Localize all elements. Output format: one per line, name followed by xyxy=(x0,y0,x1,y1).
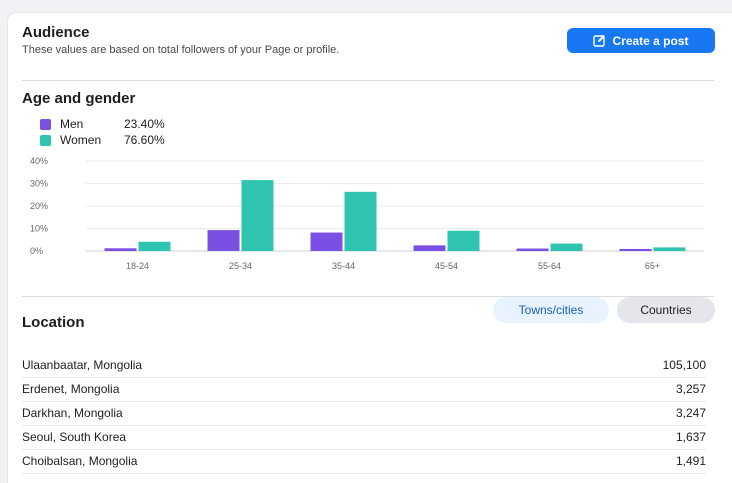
bar-women xyxy=(653,247,686,251)
y-tick-label: 30% xyxy=(30,179,48,189)
location-value: 1,637 xyxy=(675,430,706,444)
location-value: 105,100 xyxy=(662,358,706,372)
y-tick-label: 0% xyxy=(30,246,43,256)
location-name: Darkhan, Mongolia xyxy=(22,406,123,420)
bar-women xyxy=(344,191,377,251)
bar-women xyxy=(138,241,171,251)
bar-men xyxy=(310,232,343,251)
bar-women xyxy=(241,180,274,251)
bar-women xyxy=(447,230,480,251)
towns-cities-toggle[interactable]: Towns/cities xyxy=(493,297,609,323)
countries-toggle[interactable]: Countries xyxy=(617,297,715,323)
location-name: Choibalsan, Mongolia xyxy=(22,454,138,468)
location-title: Location xyxy=(22,314,85,331)
location-row: Ulaanbaatar, Mongolia 105,100 xyxy=(22,353,706,378)
location-row: Erdenet, Mongolia 3,257 xyxy=(22,377,706,402)
bar-men xyxy=(516,248,549,251)
bar-men xyxy=(207,230,240,251)
x-tick-label: 18-24 xyxy=(126,261,149,271)
x-tick-label: 65+ xyxy=(645,261,660,271)
location-name: Seoul, South Korea xyxy=(22,430,127,444)
y-tick-label: 40% xyxy=(30,156,48,166)
x-tick-label: 25-34 xyxy=(229,261,252,271)
location-row: Seoul, South Korea 1,637 xyxy=(22,425,706,450)
y-tick-label: 10% xyxy=(30,224,48,234)
location-value: 3,247 xyxy=(675,406,706,420)
location-name: Ulaanbaatar, Mongolia xyxy=(22,358,143,372)
y-tick-label: 20% xyxy=(30,201,48,211)
x-tick-label: 55-64 xyxy=(538,261,561,271)
divider xyxy=(22,296,714,297)
x-tick-label: 35-44 xyxy=(332,261,355,271)
age-gender-chart: 0% 10% 20% 30% 40% 18-24 25-34 35-44 45-54 55-64 6… xyxy=(30,156,704,271)
bar-men xyxy=(619,248,652,251)
location-row: Choibalsan, Mongolia 1,491 xyxy=(22,449,706,474)
bar-women xyxy=(550,243,583,251)
bar-men xyxy=(413,245,446,251)
location-row: Darkhan, Mongolia 3,247 xyxy=(22,401,706,426)
bar-men xyxy=(104,248,137,251)
location-value: 1,491 xyxy=(675,454,706,468)
location-value: 3,257 xyxy=(675,382,706,396)
x-tick-label: 45-54 xyxy=(435,261,458,271)
location-name: Erdenet, Mongolia xyxy=(22,382,120,396)
